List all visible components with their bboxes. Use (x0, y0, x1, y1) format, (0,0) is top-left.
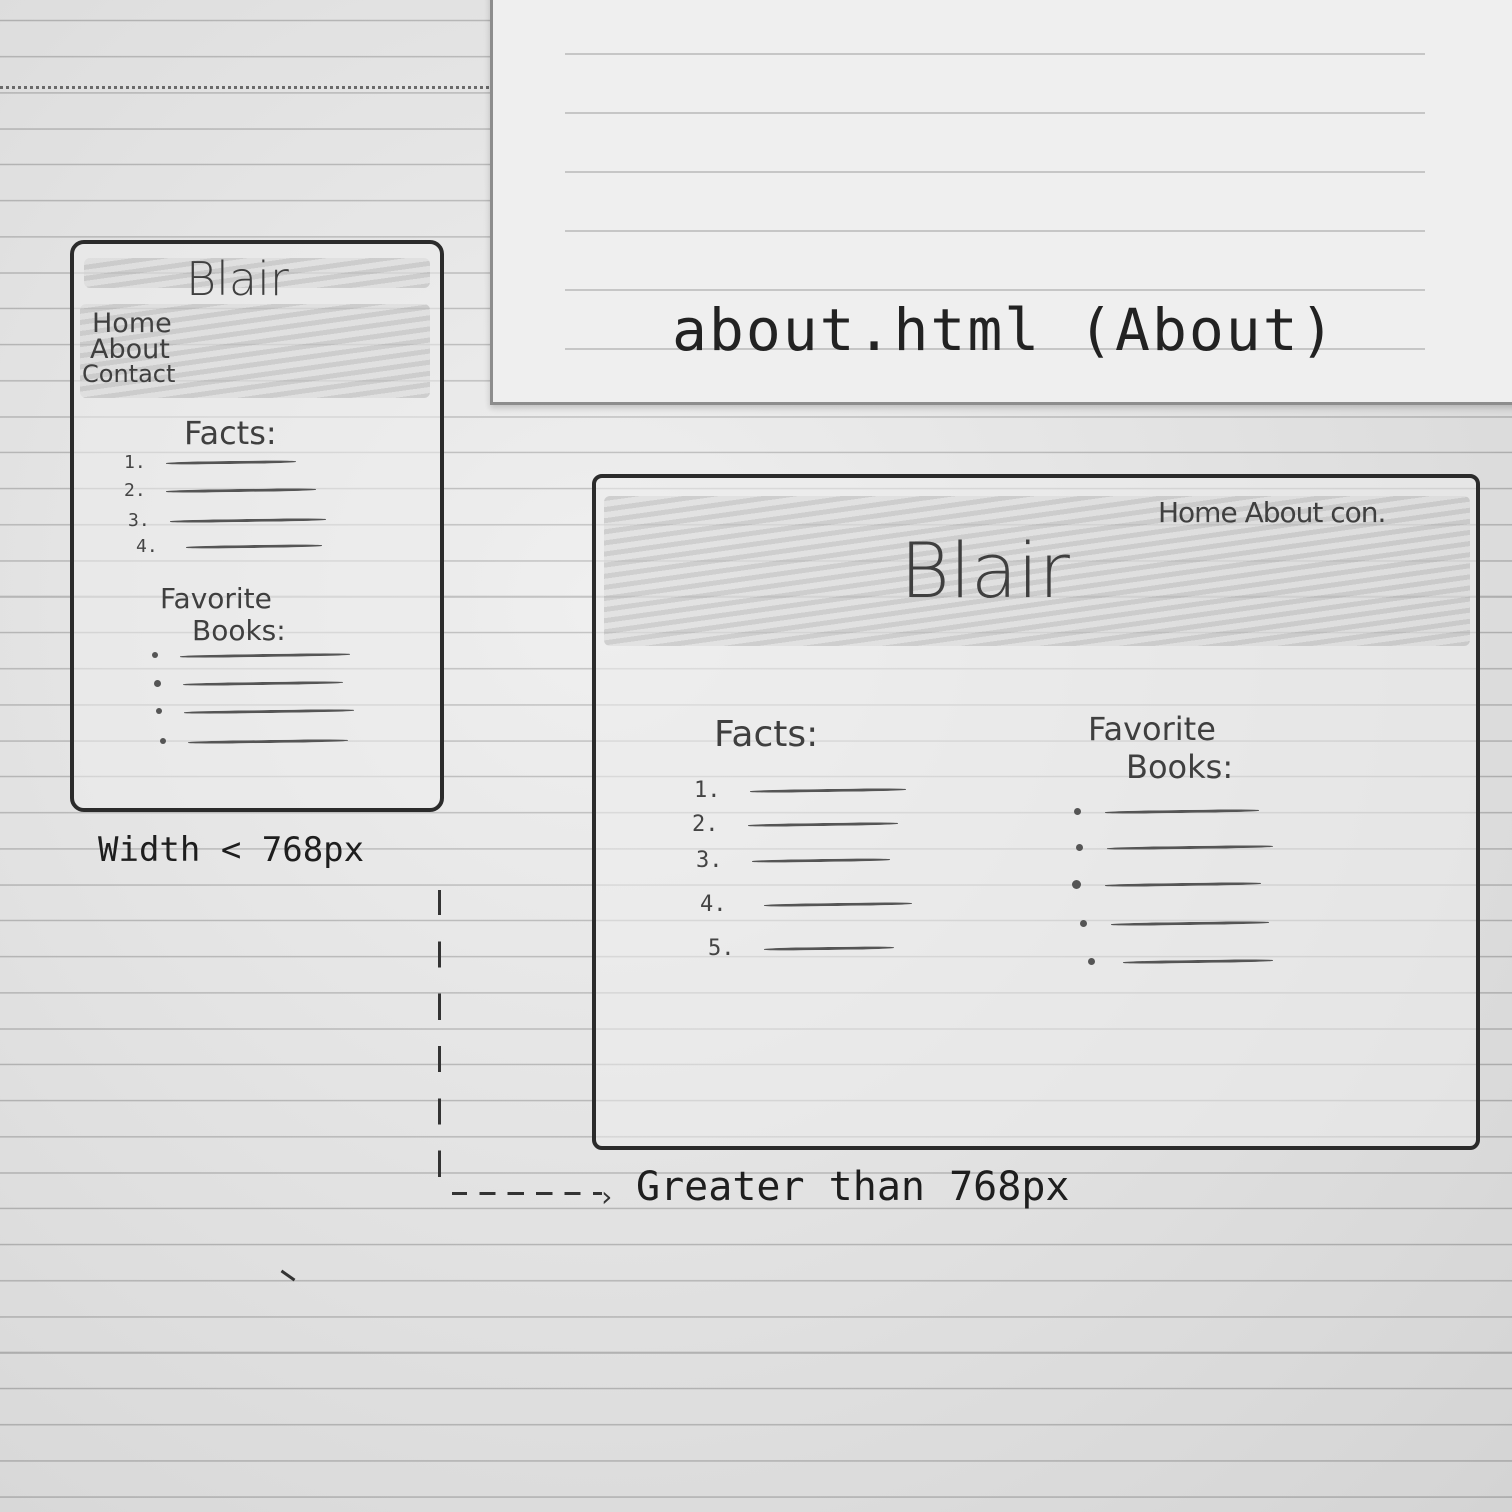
desktop-books-heading-line2: Books: (1126, 748, 1234, 786)
mobile-fact-item: 2. (124, 480, 317, 501)
desktop-books-heading-line1: Favorite (1088, 710, 1216, 748)
mobile-books-heading-line1: Favorite (160, 582, 272, 615)
mobile-book-item (156, 708, 355, 714)
desktop-fact-item: 2. (692, 812, 899, 837)
mobile-site-title: Blair (186, 252, 289, 306)
desktop-book-item (1080, 920, 1270, 927)
desktop-nav: Home About con. (1158, 496, 1386, 529)
about-page-caption: about.html (About) (672, 296, 1337, 364)
mobile-book-item (152, 652, 351, 658)
dashed-connector-vertical (438, 890, 441, 1190)
desktop-book-item (1074, 808, 1260, 815)
mobile-nav-contact: Contact (82, 360, 176, 388)
desktop-wireframe: Home About con. Blair Facts: 1. 2. 3. 4.… (592, 474, 1480, 1150)
desktop-width-caption: Greater than 768px (636, 1164, 1070, 1210)
mobile-wireframe: Blair Home About Contact Facts: 1. 2. 3.… (70, 240, 444, 812)
desktop-facts-heading: Facts: (714, 714, 819, 755)
desktop-book-item (1088, 958, 1274, 965)
desktop-book-item (1076, 844, 1274, 851)
mobile-facts-heading: Facts: (184, 414, 277, 452)
arrow-head-icon: › (598, 1180, 615, 1213)
desktop-fact-item: 5. (708, 936, 895, 961)
mobile-width-caption: Width < 768px (98, 830, 365, 870)
perforation-line (0, 86, 495, 89)
mobile-fact-item: 1. (124, 452, 297, 473)
desktop-fact-item: 4. (700, 892, 913, 917)
mobile-fact-item: 3. (128, 510, 327, 531)
desktop-book-item (1072, 880, 1262, 889)
desktop-fact-item: 3. (696, 848, 891, 873)
desktop-site-title: Blair (900, 526, 1070, 615)
mobile-fact-item: 4. (136, 536, 323, 557)
desktop-fact-item: 1. (694, 778, 907, 803)
mobile-book-item (160, 738, 349, 744)
dashed-connector-horizontal (452, 1192, 602, 1195)
mobile-books-heading-line2: Books: (192, 614, 286, 647)
mobile-book-item (154, 680, 344, 687)
